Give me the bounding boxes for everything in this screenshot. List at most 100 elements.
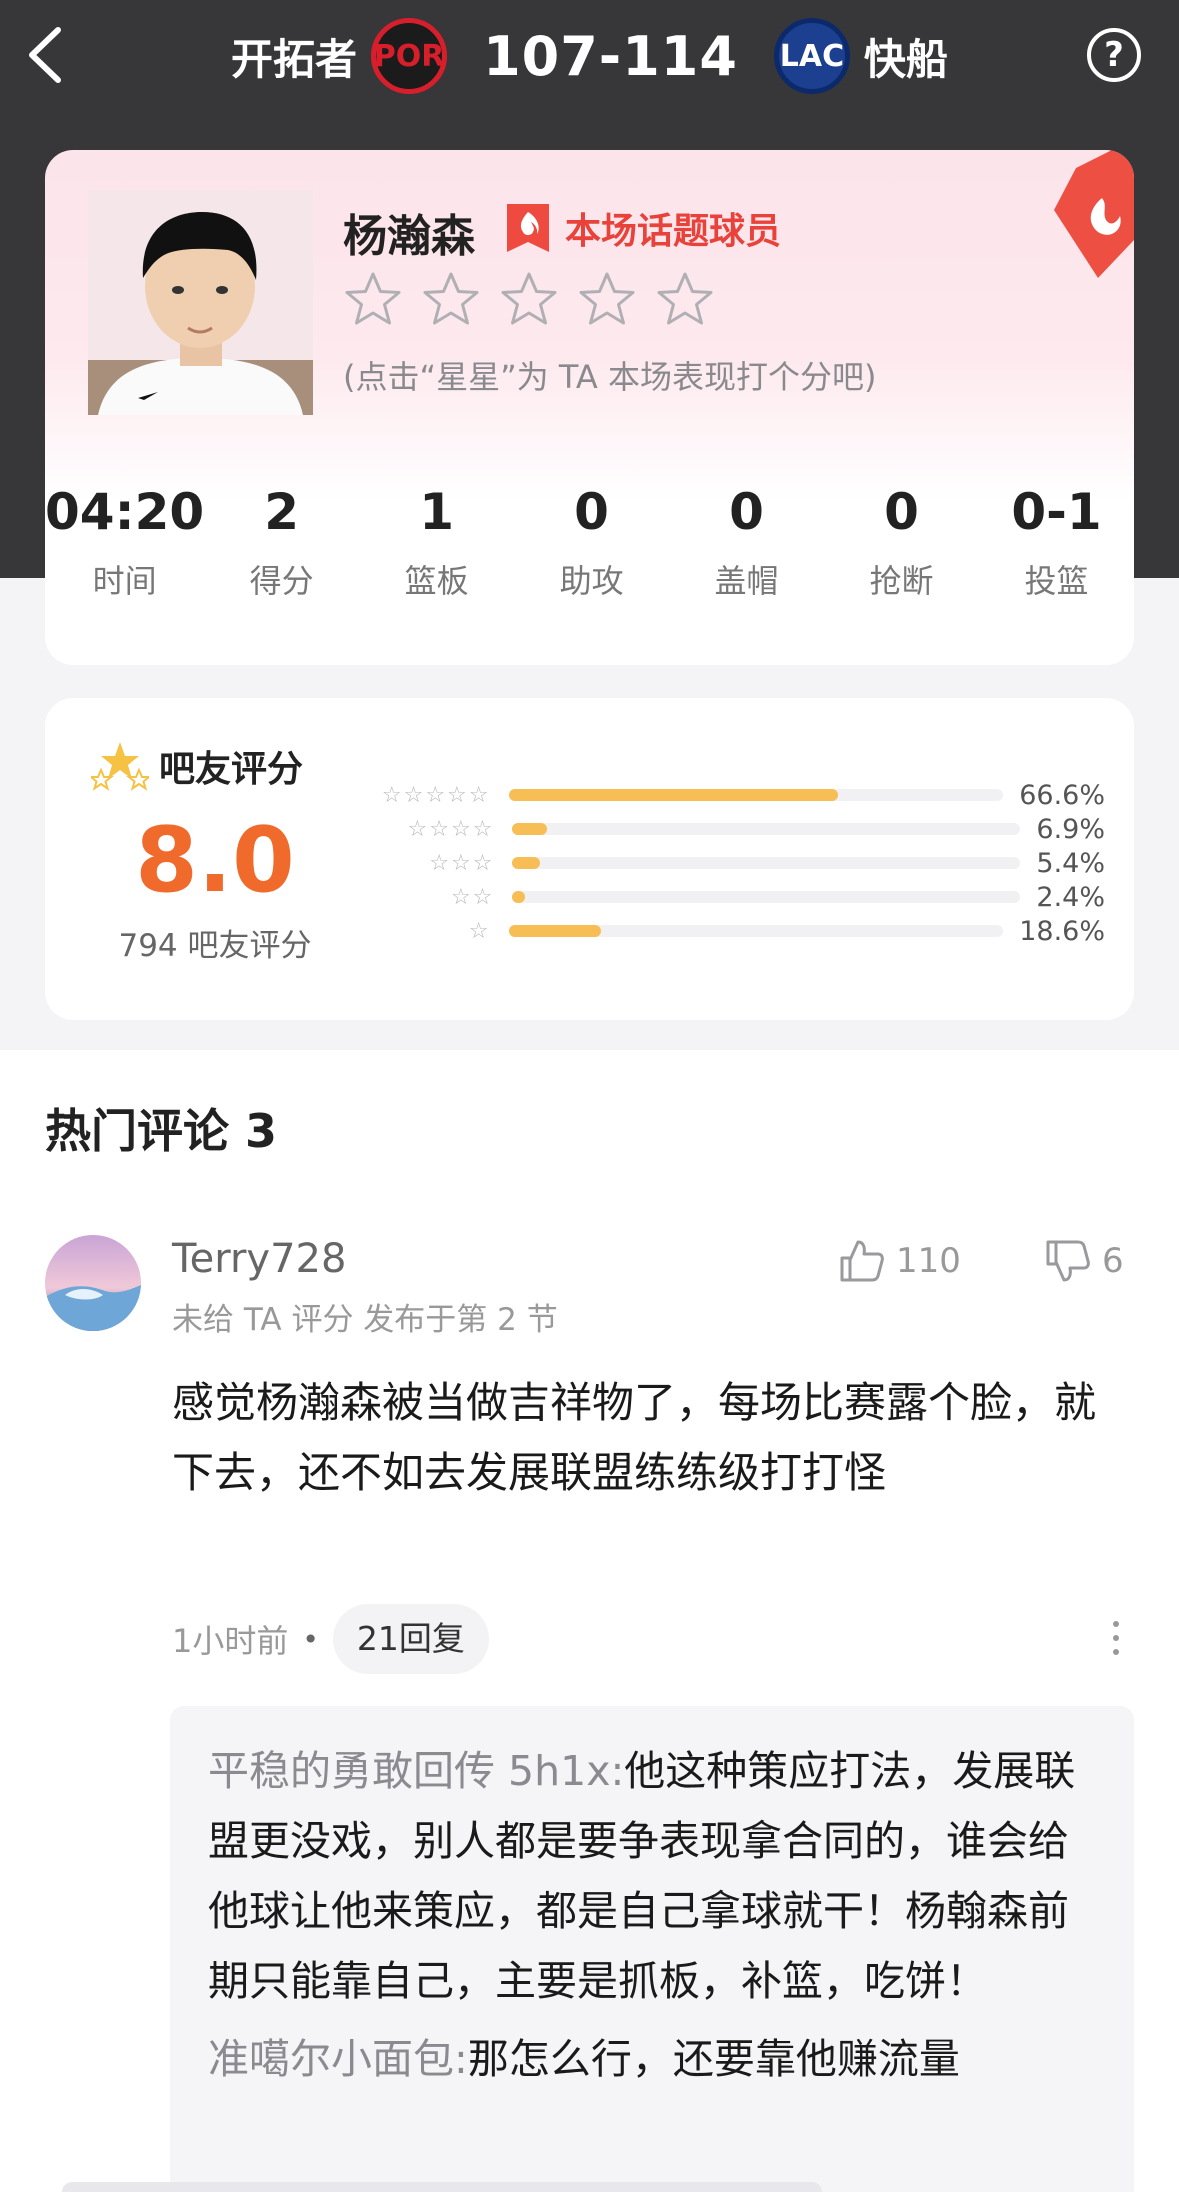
distribution-bar-fill	[512, 857, 540, 869]
stat-value: 04:20	[45, 483, 205, 541]
question-circle-icon: ?	[1104, 35, 1124, 75]
hot-corner-icon	[1054, 150, 1134, 278]
hot-player-tag: 本场话题球员	[505, 202, 781, 254]
rating-distribution-row: ☆☆☆ 5.4%	[345, 846, 1105, 880]
stat-shooting: 0-1 投篮	[979, 480, 1134, 602]
stat-label: 盖帽	[714, 562, 779, 600]
distribution-bar-fill	[512, 823, 548, 835]
distribution-bar-fill	[508, 925, 601, 937]
star-outline-icon[interactable]	[421, 270, 481, 330]
stat-assists: 0 助攻	[514, 480, 669, 602]
reply-username[interactable]: 平稳的勇敢回传 5h1x	[208, 1747, 610, 1795]
stat-label: 得分	[249, 562, 314, 600]
rating-distribution-row: ☆☆ 2.4%	[345, 880, 1105, 914]
distribution-percent: 66.6%	[1019, 779, 1105, 811]
stat-value: 0	[729, 483, 764, 541]
distribution-bar-fill	[512, 891, 525, 903]
replies-button[interactable]: 21回复	[332, 1604, 489, 1674]
stat-value: 0	[574, 483, 609, 541]
distribution-percent: 18.6%	[1019, 915, 1105, 947]
comments-title: 热门评论 3	[45, 1104, 278, 1158]
star-outline-icon[interactable]	[499, 270, 559, 330]
stat-value: 0	[884, 483, 919, 541]
distribution-stars: ☆☆☆☆	[407, 816, 495, 842]
more-vertical-icon[interactable]	[1106, 1618, 1126, 1658]
stat-value: 2	[264, 483, 300, 541]
fan-rating-card: 吧友评分 8.0 794 吧友评分 ☆☆☆☆☆ 66.6% ☆☆☆☆ 6.9% ☆☆☆ 5…	[45, 698, 1134, 1020]
thumbs-down-icon	[1046, 1240, 1090, 1282]
distribution-percent: 6.9%	[1036, 813, 1105, 845]
distribution-percent: 5.4%	[1036, 847, 1105, 879]
reply-preview[interactable]: 平稳的勇敢回传 5h1x:他这种策应打法，发展联盟更没戏，别人都是要争表现拿合同…	[170, 1706, 1134, 2192]
bottom-input-bar[interactable]	[62, 2182, 822, 2192]
reply-username[interactable]: 准噶尔小面包	[208, 2035, 454, 2083]
player-photo	[88, 190, 313, 415]
away-team-logo[interactable]: LAC	[773, 18, 850, 94]
reply-item: 平稳的勇敢回传 5h1x:他这种策应打法，发展联盟更没戏，别人都是要争表现拿合同…	[208, 1736, 1096, 2016]
comment-username[interactable]: Terry728	[172, 1236, 346, 1282]
comment-footer: 1小时前 • 21回复	[172, 1604, 489, 1674]
distribution-stars: ☆☆☆	[429, 850, 495, 876]
distribution-bar-track	[512, 857, 1021, 869]
distribution-bar-track	[508, 925, 1004, 937]
like-count: 110	[896, 1241, 961, 1281]
comment-body: 感觉杨瀚森被当做吉祥物了，每场比赛露个脸，就下去，还不如去发展联盟练练级打打怪	[172, 1378, 1097, 1497]
distribution-bar-track	[512, 891, 1021, 903]
help-button[interactable]: ?	[1087, 28, 1141, 82]
flame-badge-icon	[507, 204, 549, 252]
rating-distribution-row: ☆ 18.6%	[345, 914, 1105, 948]
dislike-count: 6	[1102, 1241, 1124, 1281]
stat-label: 时间	[92, 562, 157, 600]
stat-minutes: 04:20 时间	[45, 480, 204, 602]
rating-distribution-row: ☆☆☆☆☆ 66.6%	[345, 778, 1105, 812]
player-stats: 04:20 时间 2 得分 1 篮板 0 助攻 0 盖帽 0 抢断 0-1 投篮	[45, 480, 1134, 602]
like-button[interactable]: 110	[838, 1238, 961, 1284]
rating-title: 吧友评分	[159, 749, 304, 790]
star-outline-icon[interactable]	[343, 270, 403, 330]
hot-comments-section: 热门评论 3 Terry728 未给 TA 评分 发布于第 2 节 110 6 …	[0, 1050, 1179, 2192]
distribution-bar-track	[512, 823, 1021, 835]
rating-distribution-row: ☆☆☆☆ 6.9%	[345, 812, 1105, 846]
reply-item: 准噶尔小面包:那怎么行，还要靠他赚流量	[208, 2024, 1096, 2094]
rate-stars	[343, 270, 715, 330]
stat-label: 投篮	[1024, 562, 1089, 600]
user-avatar[interactable]	[45, 1235, 141, 1331]
star-outline-icon[interactable]	[655, 270, 715, 330]
player-name: 杨瀚森	[343, 211, 475, 262]
dislike-button[interactable]: 6	[1044, 1238, 1124, 1284]
stat-value: 1	[419, 483, 454, 541]
stat-label: 篮板	[404, 562, 469, 600]
game-score: 107-114	[483, 24, 738, 88]
reply-text: 那怎么行，还要靠他赚流量	[467, 2035, 960, 2083]
stat-value: 0-1	[1011, 483, 1102, 541]
rating-title-row: 吧友评分	[91, 740, 303, 792]
rating-count: 794 吧友评分	[118, 928, 312, 964]
stat-points: 2 得分	[204, 480, 359, 602]
reply-separator: :	[610, 1747, 625, 1795]
player-card: 杨瀚森 本场话题球员 (点击“星星”为 TA 本场表现打个分吧) 04:20 时间…	[45, 150, 1134, 665]
game-header: 开拓者 POR 107-114 LAC 快船 ?	[0, 0, 1179, 112]
home-team-name[interactable]: 开拓者	[231, 26, 357, 87]
away-team-name[interactable]: 快船	[864, 26, 948, 87]
home-team-logo[interactable]: POR	[371, 18, 448, 94]
distribution-stars: ☆☆☆☆☆	[381, 782, 491, 808]
separator-dot: •	[302, 1622, 319, 1656]
scoreline: 开拓者 POR 107-114 LAC 快船	[0, 14, 1179, 98]
rate-hint: (点击“星星”为 TA 本场表现打个分吧)	[343, 358, 877, 396]
thumbs-up-icon	[840, 1240, 884, 1282]
stat-steals: 0 抢断	[824, 480, 979, 602]
stat-blocks: 0 盖帽	[669, 480, 824, 602]
hot-tag-label: 本场话题球员	[565, 211, 782, 252]
comment-time: 1小时前	[172, 1622, 289, 1660]
stat-label: 抢断	[869, 562, 934, 600]
stat-rebounds: 1 篮板	[359, 480, 514, 602]
distribution-stars: ☆	[468, 918, 491, 944]
distribution-percent: 2.4%	[1036, 881, 1105, 913]
distribution-bar-fill	[508, 789, 838, 801]
stars-icon	[91, 742, 149, 791]
star-outline-icon[interactable]	[577, 270, 637, 330]
comment-meta: 未给 TA 评分 发布于第 2 节	[172, 1302, 558, 1338]
distribution-stars: ☆☆	[450, 884, 495, 910]
reply-separator: :	[454, 2035, 468, 2083]
stat-label: 助攻	[559, 562, 624, 600]
